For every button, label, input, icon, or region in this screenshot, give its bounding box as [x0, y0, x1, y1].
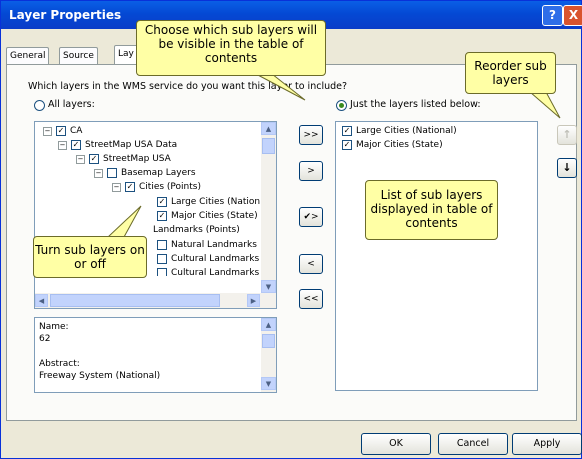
- choose-sublayers-callout: Choose which sub layers will be visible …: [136, 20, 326, 76]
- turn-sublayers-callout: Turn sub layers on or off: [33, 236, 147, 278]
- sublayer-list-callout: List of sub layers displayed in table of…: [365, 180, 498, 240]
- reorder-callout-arrow: [528, 91, 561, 119]
- turn-callout-arrow: [106, 205, 142, 238]
- reorder-sublayers-callout: Reorder sub layers: [465, 52, 556, 94]
- choose-callout-arrow: [255, 73, 306, 101]
